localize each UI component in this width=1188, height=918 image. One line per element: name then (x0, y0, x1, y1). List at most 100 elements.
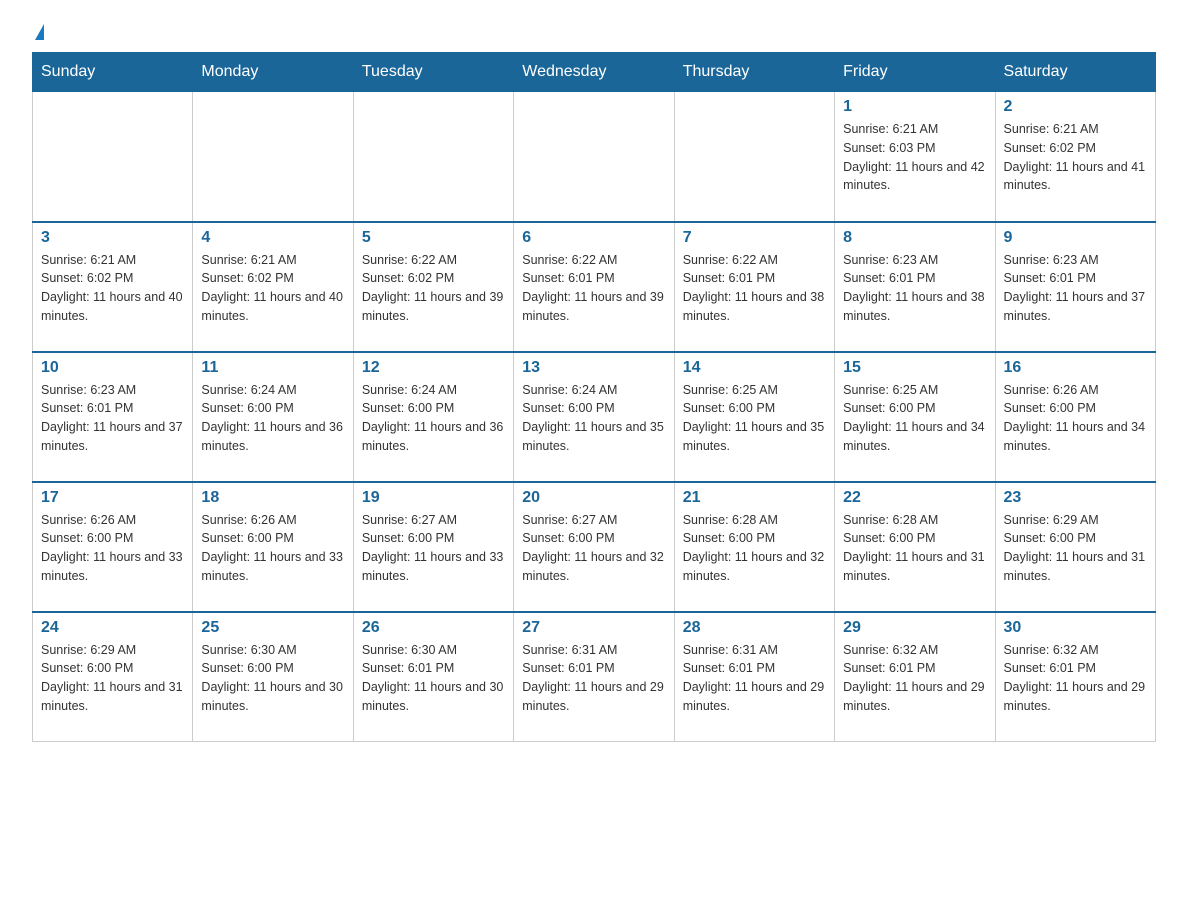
week-row-2: 3 Sunrise: 6:21 AMSunset: 6:02 PMDaylight… (33, 222, 1156, 352)
day-number: 17 (41, 489, 184, 507)
day-number: 22 (843, 489, 986, 507)
calendar-cell: 7 Sunrise: 6:22 AMSunset: 6:01 PMDaylight… (674, 222, 834, 352)
day-number: 20 (522, 489, 665, 507)
calendar-cell: 21 Sunrise: 6:28 AMSunset: 6:00 PMDayligh… (674, 482, 834, 612)
calendar-cell: 14Sunrise: 6:25 AMSunset: 6:00 PMDayligh… (674, 352, 834, 482)
sun-info: Sunrise: 6:25 AMSunset: 6:00 PMDaylight:… (843, 381, 986, 456)
calendar-cell: 13 Sunrise: 6:24 AMSunset: 6:00 PMDayligh… (514, 352, 674, 482)
day-number: 24 (41, 619, 184, 637)
calendar-cell: 5 Sunrise: 6:22 AMSunset: 6:02 PMDaylight… (353, 222, 513, 352)
day-number: 7 (683, 229, 826, 247)
sun-info: Sunrise: 6:30 AMSunset: 6:01 PMDaylight:… (362, 641, 505, 716)
sun-info: Sunrise: 6:29 AMSunset: 6:00 PMDaylight:… (41, 641, 184, 716)
logo-triangle-icon (35, 24, 44, 40)
day-number: 18 (201, 489, 344, 507)
calendar-cell (674, 92, 834, 222)
week-row-1: 1 Sunrise: 6:21 AMSunset: 6:03 PMDaylight… (33, 92, 1156, 222)
calendar-cell: 16Sunrise: 6:26 AMSunset: 6:00 PMDayligh… (995, 352, 1155, 482)
sun-info: Sunrise: 6:31 AMSunset: 6:01 PMDaylight:… (683, 641, 826, 716)
day-number: 2 (1004, 98, 1147, 116)
calendar-cell (514, 92, 674, 222)
day-number: 8 (843, 229, 986, 247)
day-number: 30 (1004, 619, 1147, 637)
day-number: 29 (843, 619, 986, 637)
header-day-friday: Friday (835, 53, 995, 92)
day-number: 23 (1004, 489, 1147, 507)
calendar-cell: 24 Sunrise: 6:29 AMSunset: 6:00 PMDayligh… (33, 612, 193, 742)
day-number: 16 (1004, 359, 1147, 377)
day-number: 26 (362, 619, 505, 637)
logo (32, 24, 56, 42)
sun-info: Sunrise: 6:24 AMSunset: 6:00 PMDaylight:… (201, 381, 344, 456)
header-day-sunday: Sunday (33, 53, 193, 92)
calendar-cell: 1 Sunrise: 6:21 AMSunset: 6:03 PMDaylight… (835, 92, 995, 222)
calendar-cell: 10 Sunrise: 6:23 AMSunset: 6:01 PMDayligh… (33, 352, 193, 482)
day-number: 25 (201, 619, 344, 637)
calendar-cell: 19 Sunrise: 6:27 AMSunset: 6:00 PMDayligh… (353, 482, 513, 612)
day-number: 10 (41, 359, 184, 377)
day-number: 12 (362, 359, 505, 377)
sun-info: Sunrise: 6:26 AMSunset: 6:00 PMDaylight:… (201, 511, 344, 586)
header-day-thursday: Thursday (674, 53, 834, 92)
calendar-cell (353, 92, 513, 222)
day-number: 1 (843, 98, 986, 116)
calendar-cell (193, 92, 353, 222)
calendar-cell: 11 Sunrise: 6:24 AMSunset: 6:00 PMDayligh… (193, 352, 353, 482)
header-day-monday: Monday (193, 53, 353, 92)
day-number: 5 (362, 229, 505, 247)
sun-info: Sunrise: 6:23 AMSunset: 6:01 PMDaylight:… (1004, 251, 1147, 326)
sun-info: Sunrise: 6:21 AMSunset: 6:02 PMDaylight:… (1004, 120, 1147, 195)
sun-info: Sunrise: 6:21 AMSunset: 6:02 PMDaylight:… (201, 251, 344, 326)
calendar-cell: 28 Sunrise: 6:31 AMSunset: 6:01 PMDayligh… (674, 612, 834, 742)
day-number: 14 (683, 359, 826, 377)
calendar-cell: 29 Sunrise: 6:32 AMSunset: 6:01 PMDayligh… (835, 612, 995, 742)
calendar-cell: 9 Sunrise: 6:23 AMSunset: 6:01 PMDaylight… (995, 222, 1155, 352)
sun-info: Sunrise: 6:22 AMSunset: 6:01 PMDaylight:… (522, 251, 665, 326)
day-number: 3 (41, 229, 184, 247)
sun-info: Sunrise: 6:22 AMSunset: 6:01 PMDaylight:… (683, 251, 826, 326)
calendar-cell: 27Sunrise: 6:31 AMSunset: 6:01 PMDayligh… (514, 612, 674, 742)
day-number: 11 (201, 359, 344, 377)
calendar-cell: 4Sunrise: 6:21 AMSunset: 6:02 PMDaylight… (193, 222, 353, 352)
sun-info: Sunrise: 6:24 AMSunset: 6:00 PMDaylight:… (522, 381, 665, 456)
sun-info: Sunrise: 6:24 AMSunset: 6:00 PMDaylight:… (362, 381, 505, 456)
sun-info: Sunrise: 6:31 AMSunset: 6:01 PMDaylight:… (522, 641, 665, 716)
sun-info: Sunrise: 6:28 AMSunset: 6:00 PMDaylight:… (683, 511, 826, 586)
sun-info: Sunrise: 6:30 AMSunset: 6:00 PMDaylight:… (201, 641, 344, 716)
calendar-cell: 3 Sunrise: 6:21 AMSunset: 6:02 PMDaylight… (33, 222, 193, 352)
sun-info: Sunrise: 6:27 AMSunset: 6:00 PMDaylight:… (362, 511, 505, 586)
day-number: 9 (1004, 229, 1147, 247)
day-number: 13 (522, 359, 665, 377)
calendar-cell: 6 Sunrise: 6:22 AMSunset: 6:01 PMDaylight… (514, 222, 674, 352)
sun-info: Sunrise: 6:22 AMSunset: 6:02 PMDaylight:… (362, 251, 505, 326)
day-number: 15 (843, 359, 986, 377)
calendar-cell: 8Sunrise: 6:23 AMSunset: 6:01 PMDaylight… (835, 222, 995, 352)
sun-info: Sunrise: 6:21 AMSunset: 6:02 PMDaylight:… (41, 251, 184, 326)
calendar-cell: 17 Sunrise: 6:26 AMSunset: 6:00 PMDayligh… (33, 482, 193, 612)
calendar-cell: 2 Sunrise: 6:21 AMSunset: 6:02 PMDaylight… (995, 92, 1155, 222)
day-number: 6 (522, 229, 665, 247)
sun-info: Sunrise: 6:28 AMSunset: 6:00 PMDaylight:… (843, 511, 986, 586)
sun-info: Sunrise: 6:27 AMSunset: 6:00 PMDaylight:… (522, 511, 665, 586)
sun-info: Sunrise: 6:26 AMSunset: 6:00 PMDaylight:… (41, 511, 184, 586)
calendar-cell: 18 Sunrise: 6:26 AMSunset: 6:00 PMDayligh… (193, 482, 353, 612)
sun-info: Sunrise: 6:29 AMSunset: 6:00 PMDaylight:… (1004, 511, 1147, 586)
week-row-5: 24 Sunrise: 6:29 AMSunset: 6:00 PMDayligh… (33, 612, 1156, 742)
week-row-4: 17 Sunrise: 6:26 AMSunset: 6:00 PMDayligh… (33, 482, 1156, 612)
week-row-3: 10 Sunrise: 6:23 AMSunset: 6:01 PMDayligh… (33, 352, 1156, 482)
calendar-cell (33, 92, 193, 222)
header-day-tuesday: Tuesday (353, 53, 513, 92)
calendar-cell: 26 Sunrise: 6:30 AMSunset: 6:01 PMDayligh… (353, 612, 513, 742)
header-day-saturday: Saturday (995, 53, 1155, 92)
day-number: 28 (683, 619, 826, 637)
page-header (32, 24, 1156, 42)
calendar-cell: 20 Sunrise: 6:27 AMSunset: 6:00 PMDayligh… (514, 482, 674, 612)
sun-info: Sunrise: 6:21 AMSunset: 6:03 PMDaylight:… (843, 120, 986, 195)
calendar-cell: 22 Sunrise: 6:28 AMSunset: 6:00 PMDayligh… (835, 482, 995, 612)
calendar-cell: 23 Sunrise: 6:29 AMSunset: 6:00 PMDayligh… (995, 482, 1155, 612)
day-number: 19 (362, 489, 505, 507)
day-number: 21 (683, 489, 826, 507)
sun-info: Sunrise: 6:23 AMSunset: 6:01 PMDaylight:… (41, 381, 184, 456)
calendar-table: SundayMondayTuesdayWednesdayThursdayFrid… (32, 52, 1156, 742)
sun-info: Sunrise: 6:32 AMSunset: 6:01 PMDaylight:… (843, 641, 986, 716)
